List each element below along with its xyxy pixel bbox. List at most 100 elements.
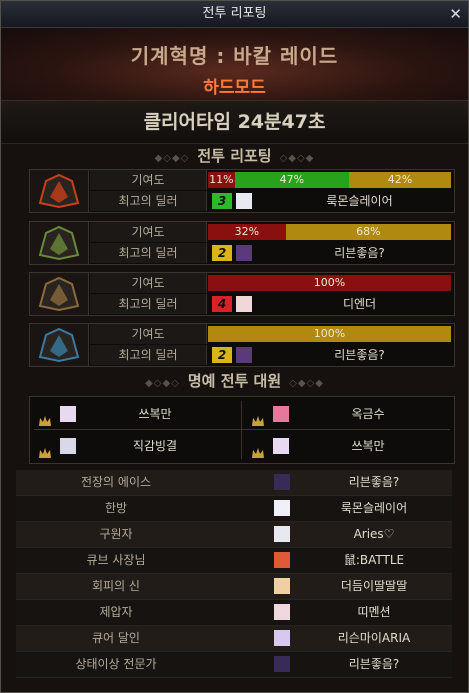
party-emblem-icon [30, 222, 89, 264]
section-title-report: ◆◇◆◇ 전투 리포팅 ◇◆◇◆ [154, 147, 315, 165]
award-row[interactable]: 구원자 Aries♡ [16, 522, 452, 548]
award-row[interactable]: 제압자 띠멘션 [16, 600, 452, 626]
award-row[interactable]: 상태이상 전문가 리븐좋음? [16, 652, 452, 678]
contribution-label: 기여도 [90, 222, 207, 242]
award-winner: 더듬이딸딸딸 [340, 579, 408, 593]
avatar [274, 474, 290, 490]
honor-members-panel: 쓰복만 옥금수 직감빙결 쓰복만 [29, 396, 455, 464]
top-dealer-label: 최고의 딜러 [90, 294, 207, 314]
award-winner: 리슨마이ARIA [337, 631, 411, 645]
contribution-bar: 32% 68% [208, 224, 451, 240]
avatar [274, 604, 290, 620]
award-row[interactable]: 한방 룩몬슬레이어 [16, 496, 452, 522]
window-title: 전투 리포팅 [202, 6, 267, 21]
dealer-name: 리븐좋음? [334, 246, 385, 260]
honor-member[interactable]: 옥금수 [243, 399, 453, 429]
award-row[interactable]: 큐브 사장님 鼠:BATTLE [16, 548, 452, 574]
award-winner: 룩몬슬레이어 [340, 501, 408, 515]
award-title: 큐어 달인 [92, 631, 140, 645]
contribution-segment: 42% [348, 172, 451, 188]
contribution-bar: 100% [208, 275, 451, 291]
honor-member[interactable]: 쓰복만 [30, 399, 240, 429]
top-dealer[interactable]: 3 룩몬슬레이어 [208, 191, 451, 211]
dealer-name: 디엔더 [342, 297, 377, 311]
close-icon[interactable]: ✕ [449, 1, 462, 27]
contribution-label: 기여도 [90, 324, 207, 344]
award-title: 상태이상 전문가 [75, 657, 157, 671]
honor-member[interactable]: 직감빙결 [30, 431, 240, 461]
contribution-line: 기여도 32% 68% [90, 222, 453, 242]
award-title: 한방 [104, 501, 128, 515]
crown-icon [251, 408, 265, 426]
crown-icon [38, 440, 52, 458]
top-dealer-line: 최고의 딜러 4 디엔더 [90, 294, 453, 314]
award-title: 회피의 신 [92, 579, 140, 593]
raid-header: 기계혁명 : 바칼 레이드 하드모드 [1, 28, 468, 101]
award-winner: 리븐좋음? [348, 475, 400, 489]
top-dealer-label: 최고의 딜러 [90, 191, 207, 211]
top-dealer[interactable]: 4 디엔더 [208, 294, 451, 314]
avatar [236, 347, 252, 363]
contribution-segment: 100% [208, 275, 451, 291]
top-dealer-line: 최고의 딜러 3 룩몬슬레이어 [90, 191, 453, 211]
avatar [274, 578, 290, 594]
contribution-bar: 100% [208, 326, 451, 342]
divider-ornament: ◇◆◇◆ [279, 153, 315, 164]
award-title: 제압자 [99, 605, 133, 619]
divider-ornament: ◆◇◆◇ [154, 153, 190, 164]
party-row: 기여도 100% 최고의 딜러 4 디엔더 [29, 272, 455, 316]
top-dealer[interactable]: 2 리븐좋음? [208, 243, 451, 263]
divider [241, 401, 242, 459]
contribution-segment: 68% [285, 224, 451, 240]
dealer-name: 리븐좋음? [334, 348, 385, 362]
avatar [274, 656, 290, 672]
contribution-line: 기여도 11% 47% 42% [90, 170, 453, 190]
contribution-segment: 32% [208, 224, 286, 240]
award-title: 전장의 에이스 [80, 475, 152, 489]
clear-time: 클리어타임 24분47초 [1, 101, 468, 144]
divider [34, 429, 450, 430]
contribution-label: 기여도 [90, 170, 207, 190]
contribution-segment: 11% [208, 172, 235, 188]
party-emblem-icon [30, 273, 89, 315]
top-dealer-label: 최고의 딜러 [90, 345, 207, 365]
raid-name: 기계혁명 : 바칼 레이드 [130, 44, 339, 68]
difficulty-label: 하드모드 [203, 78, 266, 98]
rank-badge: 2 [212, 347, 232, 363]
divider-ornament: ◇◆◇◆ [289, 378, 324, 389]
title-bar[interactable]: 전투 리포팅 ✕ [1, 1, 468, 28]
contribution-line: 기여도 100% [90, 273, 453, 293]
party-emblem-icon [30, 170, 89, 212]
award-row[interactable]: 전장의 에이스 리븐좋음? [16, 470, 452, 496]
award-row[interactable]: 큐어 달인 리슨마이ARIA [16, 626, 452, 652]
party-emblem-icon [30, 324, 89, 366]
avatar [236, 245, 252, 261]
contribution-segment: 47% [234, 172, 349, 188]
award-winner: 띠멘션 [357, 605, 391, 619]
award-row[interactable]: 회피의 신 더듬이딸딸딸 [16, 574, 452, 600]
honor-member[interactable]: 쓰복만 [243, 431, 453, 461]
contribution-line: 기여도 100% [90, 324, 453, 344]
top-dealer-line: 최고의 딜러 2 리븐좋음? [90, 345, 453, 365]
party-row: 기여도 11% 47% 42% 최고의 딜러 3 룩몬슬레이어 [29, 169, 455, 213]
top-dealer[interactable]: 2 리븐좋음? [208, 345, 451, 365]
divider-ornament: ◆◇◆◇ [145, 378, 180, 389]
dealer-name: 룩몬슬레이어 [326, 194, 393, 208]
award-winner: 리븐좋음? [348, 657, 400, 671]
party-row: 기여도 100% 최고의 딜러 2 리븐좋음? [29, 323, 455, 367]
battle-report-window: 전투 리포팅 ✕ 기계혁명 : 바칼 레이드 하드모드 클리어타임 24분47초… [0, 0, 469, 693]
contribution-bar: 11% 47% 42% [208, 172, 451, 188]
contribution-label: 기여도 [90, 273, 207, 293]
award-winner: 鼠:BATTLE [343, 553, 405, 567]
contribution-segment: 100% [208, 326, 451, 342]
party-row: 기여도 32% 68% 최고의 딜러 2 리븐좋음? [29, 221, 455, 265]
avatar [274, 526, 290, 542]
top-dealer-label: 최고의 딜러 [90, 243, 207, 263]
avatar [274, 630, 290, 646]
avatar [236, 296, 252, 312]
rank-badge: 3 [212, 193, 232, 209]
award-winner: Aries♡ [353, 527, 395, 541]
avatar [274, 552, 290, 568]
section-title-honor: ◆◇◆◇ 명예 전투 대원 ◇◆◇◆ [145, 372, 324, 390]
rank-badge: 2 [212, 245, 232, 261]
